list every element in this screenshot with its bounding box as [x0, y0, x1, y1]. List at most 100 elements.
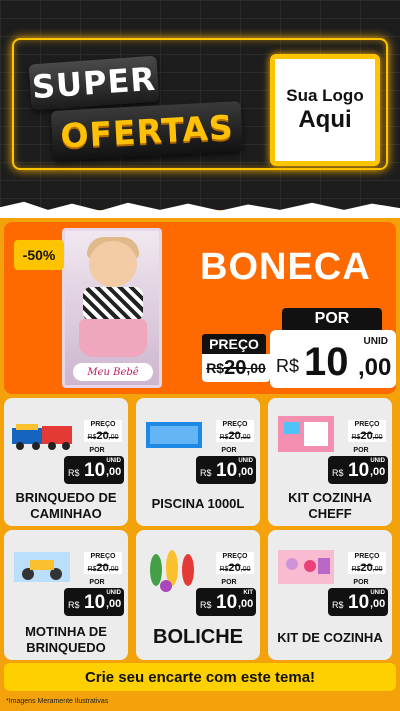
super-badge: SUPER: [28, 55, 160, 111]
preco-label: PREÇO: [216, 420, 254, 430]
title-super: SUPER: [30, 59, 158, 107]
product-name: MOTINHA DE BRINQUEDO: [25, 624, 107, 655]
preco-label: PREÇO: [216, 552, 254, 562]
product-name: BOLICHE: [153, 626, 243, 648]
price-dec: ,00: [370, 466, 386, 478]
new-price: UNID R$ 10 ,00: [270, 330, 396, 388]
old-price: R$20,00: [216, 430, 254, 442]
old-int: 20: [96, 562, 109, 574]
price-dec: ,00: [370, 598, 386, 610]
old-int: 20: [96, 430, 109, 442]
logo-text-line2: Aqui: [298, 106, 352, 133]
price-dec: ,00: [106, 598, 122, 610]
new-price-int: 10: [304, 340, 349, 384]
por-label: POR: [221, 579, 237, 586]
product-card-kit-de-cozinha[interactable]: PREÇO R$20,00 POR UNID R$ 10,00 KIT DE COZ…: [268, 530, 392, 660]
old-price-int: 20: [224, 356, 247, 379]
price-int: 10: [216, 460, 238, 481]
old-price: R$20,00: [348, 562, 386, 574]
price-prefix: R$: [200, 468, 212, 478]
unit-label: UNID: [363, 336, 388, 347]
preco-label: PREÇO: [202, 334, 266, 354]
old-price: R$20,00: [84, 562, 122, 574]
product-card-boliche[interactable]: PREÇO R$20,00 POR KIT R$ 10,00 BOLICHE: [136, 530, 260, 660]
disclaimer: *Imagens Meramente Ilustrativas: [6, 698, 109, 705]
por-label: POR: [89, 579, 105, 586]
por-label: POR: [353, 447, 369, 454]
price-int: 10: [216, 592, 238, 613]
logo-placeholder[interactable]: Sua Logo Aqui: [270, 54, 380, 166]
unit-label: UNID: [106, 458, 121, 464]
logo-text-line1: Sua Logo: [286, 86, 364, 105]
price-prefix: R$: [332, 468, 344, 478]
doll-dress-top: [83, 287, 143, 321]
old-price: R$ 20 ,00: [202, 354, 270, 382]
unit-label: UNID: [106, 590, 121, 596]
por-label: POR: [282, 308, 382, 330]
price-prefix: R$: [68, 600, 80, 610]
product-name: BRINQUEDO DE CAMINHAO: [15, 490, 117, 521]
kitchen-toy-icon: [278, 416, 334, 452]
unit-label: KIT: [243, 590, 253, 596]
truck-toy-icon: [12, 424, 72, 450]
price-prefix: R$: [68, 468, 80, 478]
price-tag: UNID R$ 10,00: [328, 588, 388, 616]
flyer-page: SUPER OFERTAS Sua Logo Aqui Meu Bebê -50…: [0, 0, 400, 711]
old-price-prefix: R$: [206, 360, 225, 376]
discount-badge: -50%: [14, 240, 64, 270]
toy-motorbike-icon: [14, 552, 70, 582]
old-price-dec: ,00: [246, 360, 266, 376]
product-card-piscina[interactable]: PREÇO R$20,00 POR UNID R$ 10,00 PISCINA 10…: [136, 398, 260, 526]
product-card-kit-cozinha-cheff[interactable]: PREÇO R$20,00 POR UNID R$ 10,00 KIT COZINH…: [268, 398, 392, 526]
old-dec: ,00: [240, 434, 251, 441]
price-tag: UNID R$ 10,00: [64, 456, 124, 484]
price-int: 10: [348, 460, 370, 481]
featured-name: BONECA: [200, 246, 371, 288]
price-int: 10: [348, 592, 370, 613]
doll-box-icon: Meu Bebê: [62, 228, 162, 388]
cta-button[interactable]: Crie seu encarte com este tema!: [4, 663, 396, 691]
price-prefix: R$: [200, 600, 212, 610]
preco-label: PREÇO: [84, 420, 122, 430]
old-price: R$20,00: [84, 430, 122, 442]
old-int: 20: [228, 430, 241, 442]
doll-dress-skirt: [79, 319, 147, 357]
old-dec: ,00: [108, 566, 119, 573]
old-int: 20: [360, 430, 373, 442]
product-card-motinha[interactable]: PREÇO R$20,00 POR UNID R$ 10,00 MOTINHA DE…: [4, 530, 128, 660]
price-tag: UNID R$ 10,00: [64, 588, 124, 616]
new-price-dec: ,00: [358, 354, 392, 381]
preco-label: PREÇO: [84, 552, 122, 562]
doll-head: [89, 241, 137, 287]
old-int: 20: [360, 562, 373, 574]
old-dec: ,00: [372, 566, 383, 573]
pool-icon: [146, 422, 202, 448]
price-dec: ,00: [238, 598, 254, 610]
brick-header: SUPER OFERTAS Sua Logo Aqui: [0, 0, 400, 210]
old-price: R$20,00: [348, 430, 386, 442]
preco-label: PREÇO: [348, 420, 386, 430]
kitchen-set-icon: [278, 550, 334, 584]
doll-box-label: Meu Bebê: [73, 363, 153, 381]
por-label: POR: [89, 447, 105, 454]
price-dec: ,00: [106, 466, 122, 478]
product-name: KIT COZINHA CHEFF: [288, 490, 372, 521]
new-price-prefix: R$: [276, 356, 300, 376]
price-dec: ,00: [238, 466, 254, 478]
unit-label: UNID: [238, 458, 253, 464]
preco-label: PREÇO: [348, 552, 386, 562]
ofertas-badge: OFERTAS: [50, 101, 244, 161]
por-label: POR: [353, 579, 369, 586]
unit-label: UNID: [370, 458, 385, 464]
product-name: KIT DE COZINHA: [277, 630, 383, 645]
unit-label: UNID: [370, 590, 385, 596]
featured-product[interactable]: Meu Bebê -50% BONECA POR PREÇO R$ 20 ,00…: [4, 222, 396, 394]
por-label: POR: [221, 447, 237, 454]
product-name: PISCINA 1000L: [151, 496, 245, 511]
title-ofertas: OFERTAS: [59, 106, 235, 156]
price-prefix: R$: [332, 600, 344, 610]
old-dec: ,00: [372, 434, 383, 441]
product-card-caminhao[interactable]: PREÇO R$20,00 POR UNID R$ 10,00 BRINQUEDO …: [4, 398, 128, 526]
old-price: R$20,00: [216, 562, 254, 574]
price-int: 10: [84, 592, 106, 613]
